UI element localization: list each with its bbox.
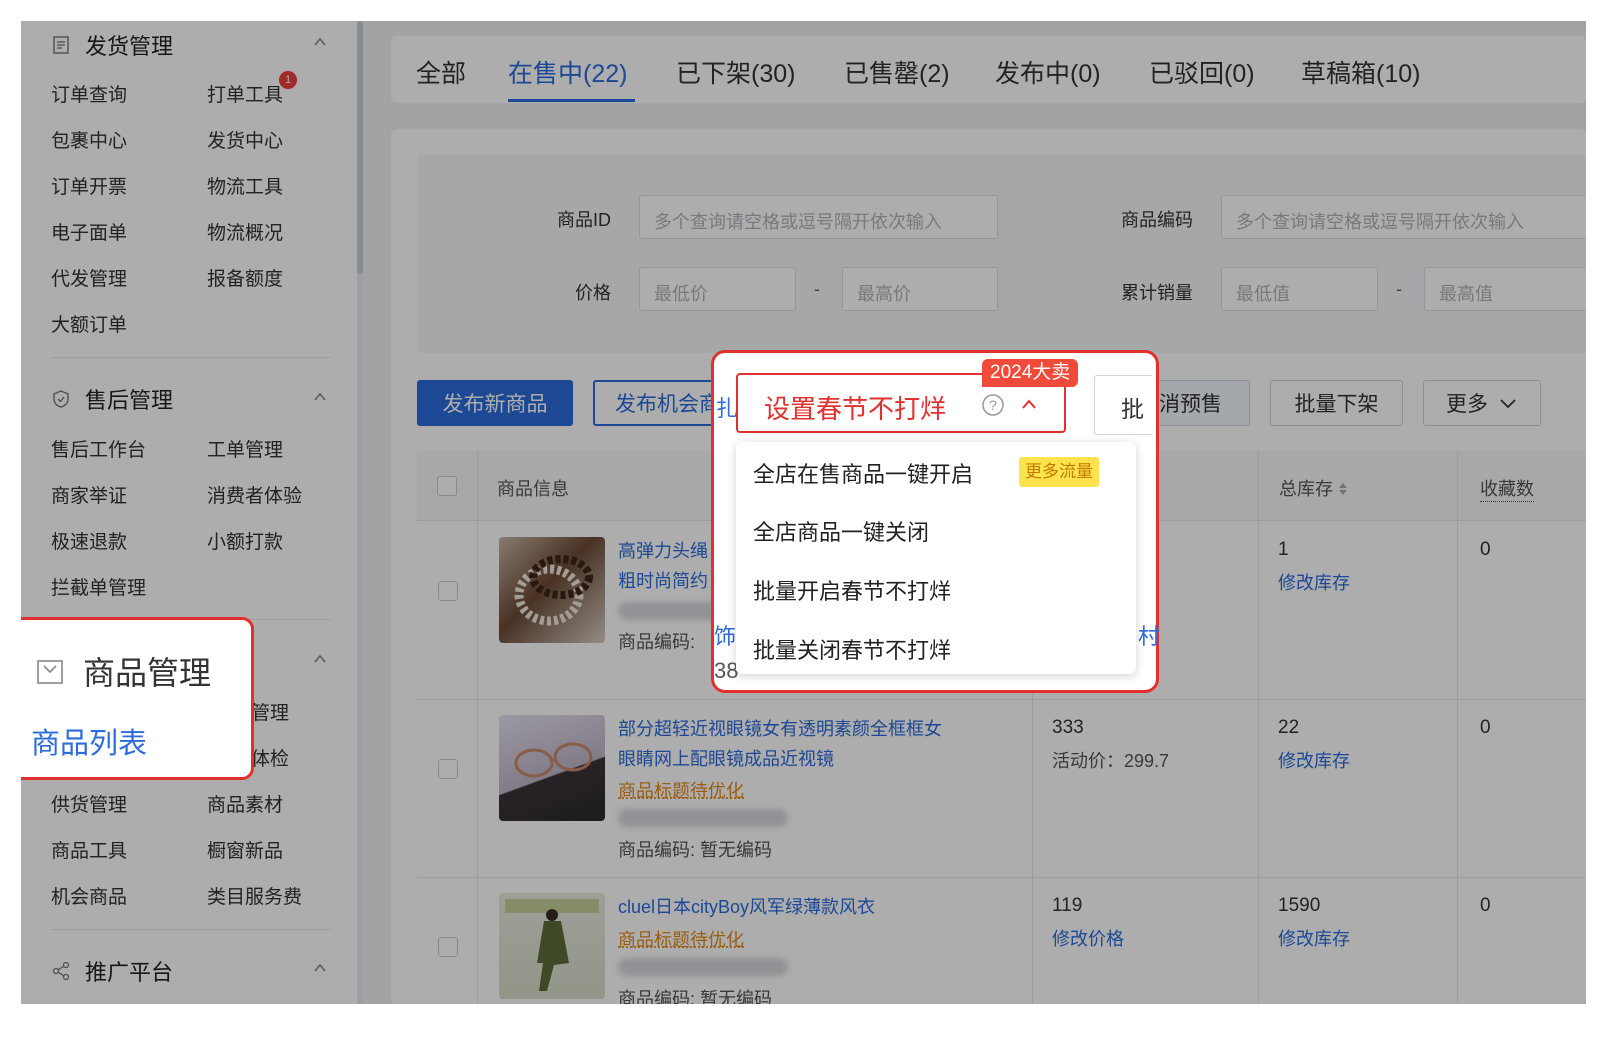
sidebar-section-goods[interactable]: 商品管理 [35,648,211,694]
menu-item-batch-disable[interactable]: 批量关闭春节不打烊 [753,633,951,665]
sidebar-section-title: 商品管理 [83,655,212,691]
partial-content: 扎 [714,390,736,438]
button-label-part: 批 [1121,396,1144,422]
menu-item-disable-all[interactable]: 全店商品一键关闭 [753,515,929,547]
promo-tag: 2024大卖 [982,359,1079,387]
chevron-up-icon [1022,399,1036,409]
menu-item-batch-enable[interactable]: 批量开启春节不打烊 [753,574,951,606]
spring-festival-dropdown: 全店在售商品一键开启 更多流量 全店商品一键关闭 批量开启春节不打烊 批量关闭春… [736,442,1136,674]
partial-text: 村 [1138,624,1161,649]
sidebar-item-goods-list[interactable]: 商品列表 [31,720,147,762]
batch-cancel-presale-button-rest[interactable]: 消预售 [1159,380,1250,426]
spotlight-spring-festival: 扎 饰 38 村 设置春节不打烊 ? 2024大卖 批 全店在售商品一键开启 更… [711,350,1161,693]
menu-item-enable-all-on-sale[interactable]: 全店在售商品一键开启 [753,457,973,489]
more-traffic-tag: 更多流量 [1019,457,1099,487]
partial-text: 38 [714,658,739,683]
svg-text:?: ? [989,397,997,413]
partial-text: 饰 [714,624,737,649]
batch-cancel-presale-button[interactable]: 批 [1094,375,1152,435]
spring-festival-label: 设置春节不打烊 [764,394,947,424]
partial-text: 扎 [716,396,736,421]
goods-bag-icon [37,660,63,684]
app-frame: 发货管理 订单查询 打单工具 1 包裹中心 发货中心 订单开票 物流工具 电子面… [21,21,1586,1004]
spotlight-goods-management: 商品管理 商品列表 [21,617,254,780]
help-icon[interactable]: ? [981,393,1005,417]
